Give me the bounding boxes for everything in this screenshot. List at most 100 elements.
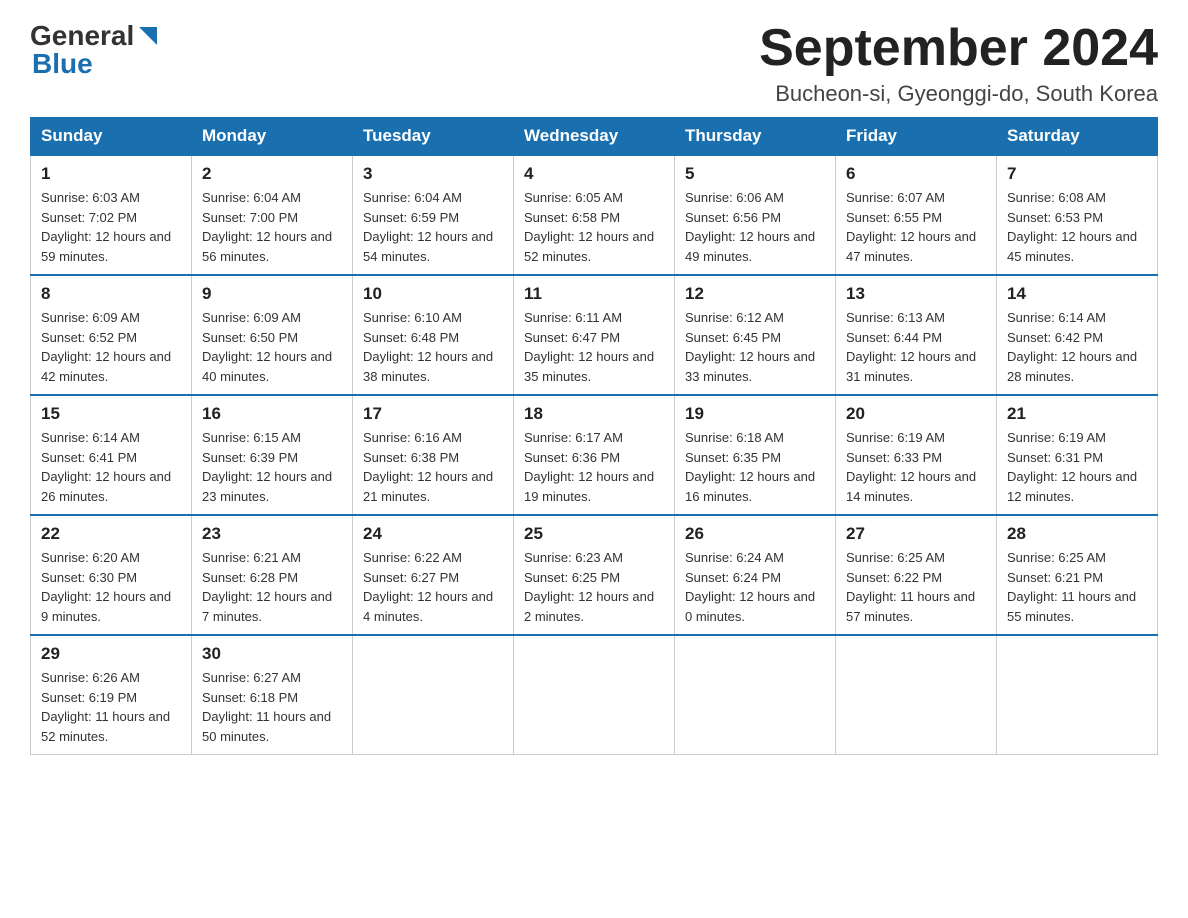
calendar-day-cell: 7 Sunrise: 6:08 AMSunset: 6:53 PMDaylight… xyxy=(997,155,1158,275)
day-info: Sunrise: 6:18 AMSunset: 6:35 PMDaylight:… xyxy=(685,428,825,506)
calendar-day-cell: 28Sunrise: 6:25 AMSunset: 6:21 PMDayligh… xyxy=(997,515,1158,635)
calendar-day-header: Sunday xyxy=(31,118,192,156)
day-info: Sunrise: 6:26 AMSunset: 6:19 PMDaylight:… xyxy=(41,668,181,746)
calendar-day-cell: 16 Sunrise: 6:15 AMSunset: 6:39 PMDayligh… xyxy=(192,395,353,515)
calendar-day-cell: 5 Sunrise: 6:06 AMSunset: 6:56 PMDaylight… xyxy=(675,155,836,275)
day-number: 18 xyxy=(524,404,664,424)
day-info: Sunrise: 6:11 AMSunset: 6:47 PMDaylight:… xyxy=(524,308,664,386)
calendar-week-row: 15Sunrise: 6:14 AMSunset: 6:41 PMDayligh… xyxy=(31,395,1158,515)
calendar-day-cell: 29 Sunrise: 6:26 AMSunset: 6:19 PMDayligh… xyxy=(31,635,192,755)
day-number: 7 xyxy=(1007,164,1147,184)
calendar-day-cell: 13 Sunrise: 6:13 AMSunset: 6:44 PMDayligh… xyxy=(836,275,997,395)
calendar-day-cell: 6 Sunrise: 6:07 AMSunset: 6:55 PMDaylight… xyxy=(836,155,997,275)
calendar-day-cell: 19 Sunrise: 6:18 AMSunset: 6:35 PMDayligh… xyxy=(675,395,836,515)
calendar-day-cell xyxy=(997,635,1158,755)
calendar-day-cell: 24Sunrise: 6:22 AMSunset: 6:27 PMDayligh… xyxy=(353,515,514,635)
calendar-day-cell xyxy=(514,635,675,755)
day-number: 24 xyxy=(363,524,503,544)
logo-arrow-icon xyxy=(139,27,157,45)
day-number: 23 xyxy=(202,524,342,544)
calendar-week-row: 1Sunrise: 6:03 AMSunset: 7:02 PMDaylight… xyxy=(31,155,1158,275)
day-number: 29 xyxy=(41,644,181,664)
day-number: 3 xyxy=(363,164,503,184)
day-info: Sunrise: 6:04 AMSunset: 6:59 PMDaylight:… xyxy=(363,188,503,266)
day-info: Sunrise: 6:13 AMSunset: 6:44 PMDaylight:… xyxy=(846,308,986,386)
day-info: Sunrise: 6:07 AMSunset: 6:55 PMDaylight:… xyxy=(846,188,986,266)
day-number: 26 xyxy=(685,524,825,544)
calendar-day-cell: 12 Sunrise: 6:12 AMSunset: 6:45 PMDayligh… xyxy=(675,275,836,395)
day-info: Sunrise: 6:09 AMSunset: 6:50 PMDaylight:… xyxy=(202,308,342,386)
day-info: Sunrise: 6:25 AMSunset: 6:21 PMDaylight:… xyxy=(1007,548,1147,626)
day-info: Sunrise: 6:24 AMSunset: 6:24 PMDaylight:… xyxy=(685,548,825,626)
day-number: 22 xyxy=(41,524,181,544)
day-info: Sunrise: 6:12 AMSunset: 6:45 PMDaylight:… xyxy=(685,308,825,386)
day-number: 17 xyxy=(363,404,503,424)
day-info: Sunrise: 6:19 AMSunset: 6:33 PMDaylight:… xyxy=(846,428,986,506)
day-info: Sunrise: 6:10 AMSunset: 6:48 PMDaylight:… xyxy=(363,308,503,386)
calendar-week-row: 22 Sunrise: 6:20 AMSunset: 6:30 PMDayligh… xyxy=(31,515,1158,635)
day-info: Sunrise: 6:09 AMSunset: 6:52 PMDaylight:… xyxy=(41,308,181,386)
day-number: 5 xyxy=(685,164,825,184)
day-number: 13 xyxy=(846,284,986,304)
calendar-day-cell: 3 Sunrise: 6:04 AMSunset: 6:59 PMDaylight… xyxy=(353,155,514,275)
calendar-day-cell: 9 Sunrise: 6:09 AMSunset: 6:50 PMDaylight… xyxy=(192,275,353,395)
location-subtitle: Bucheon-si, Gyeonggi-do, South Korea xyxy=(759,81,1158,107)
calendar-header-row: SundayMondayTuesdayWednesdayThursdayFrid… xyxy=(31,118,1158,156)
day-number: 27 xyxy=(846,524,986,544)
day-number: 6 xyxy=(846,164,986,184)
calendar-week-row: 8 Sunrise: 6:09 AMSunset: 6:52 PMDaylight… xyxy=(31,275,1158,395)
calendar-day-cell: 25 Sunrise: 6:23 AMSunset: 6:25 PMDayligh… xyxy=(514,515,675,635)
calendar-day-cell: 26 Sunrise: 6:24 AMSunset: 6:24 PMDayligh… xyxy=(675,515,836,635)
calendar-day-cell: 8 Sunrise: 6:09 AMSunset: 6:52 PMDaylight… xyxy=(31,275,192,395)
day-info: Sunrise: 6:14 AMSunset: 6:41 PMDaylight:… xyxy=(41,428,181,506)
day-number: 4 xyxy=(524,164,664,184)
calendar-day-cell: 18Sunrise: 6:17 AMSunset: 6:36 PMDayligh… xyxy=(514,395,675,515)
logo: General Blue xyxy=(30,20,157,80)
calendar-day-cell xyxy=(353,635,514,755)
day-info: Sunrise: 6:15 AMSunset: 6:39 PMDaylight:… xyxy=(202,428,342,506)
day-info: Sunrise: 6:04 AMSunset: 7:00 PMDaylight:… xyxy=(202,188,342,266)
day-number: 14 xyxy=(1007,284,1147,304)
calendar-day-cell: 2Sunrise: 6:04 AMSunset: 7:00 PMDaylight… xyxy=(192,155,353,275)
calendar-day-cell: 23Sunrise: 6:21 AMSunset: 6:28 PMDayligh… xyxy=(192,515,353,635)
day-number: 8 xyxy=(41,284,181,304)
calendar-day-cell: 10 Sunrise: 6:10 AMSunset: 6:48 PMDayligh… xyxy=(353,275,514,395)
calendar-day-header: Thursday xyxy=(675,118,836,156)
calendar-day-header: Friday xyxy=(836,118,997,156)
day-number: 25 xyxy=(524,524,664,544)
day-info: Sunrise: 6:20 AMSunset: 6:30 PMDaylight:… xyxy=(41,548,181,626)
day-number: 20 xyxy=(846,404,986,424)
calendar-day-header: Monday xyxy=(192,118,353,156)
day-number: 30 xyxy=(202,644,342,664)
day-number: 19 xyxy=(685,404,825,424)
day-info: Sunrise: 6:16 AMSunset: 6:38 PMDaylight:… xyxy=(363,428,503,506)
month-year-title: September 2024 xyxy=(759,20,1158,77)
day-info: Sunrise: 6:25 AMSunset: 6:22 PMDaylight:… xyxy=(846,548,986,626)
calendar-day-cell: 1Sunrise: 6:03 AMSunset: 7:02 PMDaylight… xyxy=(31,155,192,275)
day-info: Sunrise: 6:08 AMSunset: 6:53 PMDaylight:… xyxy=(1007,188,1147,266)
calendar-day-cell: 30 Sunrise: 6:27 AMSunset: 6:18 PMDayligh… xyxy=(192,635,353,755)
calendar-day-header: Tuesday xyxy=(353,118,514,156)
day-number: 10 xyxy=(363,284,503,304)
day-info: Sunrise: 6:14 AMSunset: 6:42 PMDaylight:… xyxy=(1007,308,1147,386)
day-info: Sunrise: 6:05 AMSunset: 6:58 PMDaylight:… xyxy=(524,188,664,266)
day-number: 16 xyxy=(202,404,342,424)
calendar-day-cell: 27 Sunrise: 6:25 AMSunset: 6:22 PMDayligh… xyxy=(836,515,997,635)
day-info: Sunrise: 6:06 AMSunset: 6:56 PMDaylight:… xyxy=(685,188,825,266)
calendar-day-cell: 11 Sunrise: 6:11 AMSunset: 6:47 PMDayligh… xyxy=(514,275,675,395)
day-number: 11 xyxy=(524,284,664,304)
day-info: Sunrise: 6:23 AMSunset: 6:25 PMDaylight:… xyxy=(524,548,664,626)
calendar-day-cell: 15Sunrise: 6:14 AMSunset: 6:41 PMDayligh… xyxy=(31,395,192,515)
calendar-week-row: 29 Sunrise: 6:26 AMSunset: 6:19 PMDayligh… xyxy=(31,635,1158,755)
day-info: Sunrise: 6:27 AMSunset: 6:18 PMDaylight:… xyxy=(202,668,342,746)
calendar-day-header: Wednesday xyxy=(514,118,675,156)
day-number: 9 xyxy=(202,284,342,304)
day-number: 21 xyxy=(1007,404,1147,424)
calendar-day-header: Saturday xyxy=(997,118,1158,156)
day-number: 1 xyxy=(41,164,181,184)
calendar-day-cell: 21 Sunrise: 6:19 AMSunset: 6:31 PMDayligh… xyxy=(997,395,1158,515)
calendar-day-cell: 4 Sunrise: 6:05 AMSunset: 6:58 PMDaylight… xyxy=(514,155,675,275)
day-number: 12 xyxy=(685,284,825,304)
page-header: General Blue September 2024 Bucheon-si, … xyxy=(30,20,1158,107)
day-info: Sunrise: 6:19 AMSunset: 6:31 PMDaylight:… xyxy=(1007,428,1147,506)
